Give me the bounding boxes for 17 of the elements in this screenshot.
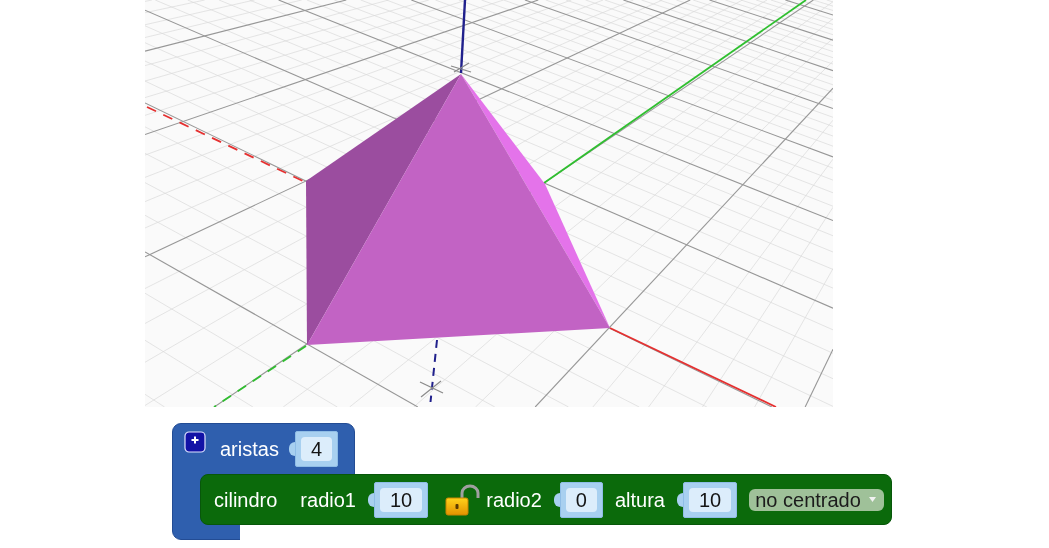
number-field[interactable]: 0 [565, 487, 597, 512]
statement-block[interactable]: cilindro radio1 10 radio2 0 altura 10 no centrado [200, 474, 892, 525]
number-field[interactable]: 10 [379, 487, 423, 512]
dropdown[interactable]: no centrado [749, 488, 884, 511]
caret-icon [868, 497, 876, 502]
block-label: aristas [220, 437, 279, 462]
number-field[interactable]: 10 [689, 487, 732, 512]
plus-icon[interactable] [184, 431, 206, 453]
pyramid-drawing[interactable] [306, 74, 610, 345]
number-field[interactable]: 4 [300, 437, 333, 461]
dashed-axis-line [429, 339, 438, 403]
block-label: radio2 [486, 487, 542, 513]
block-label: cilindro [214, 487, 278, 513]
block-label: altura [614, 487, 665, 513]
crosshair-icon [450, 62, 472, 73]
crosshair-icon [419, 380, 444, 398]
block-label: radio1 [300, 487, 356, 513]
